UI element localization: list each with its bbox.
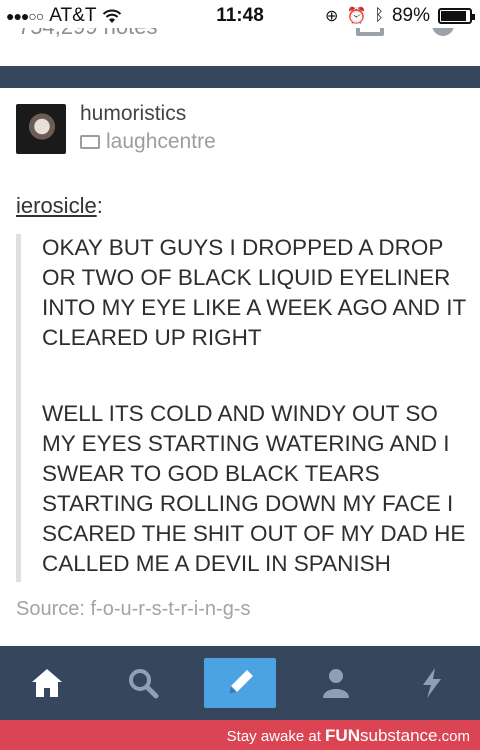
brand-part: FUN [325,726,360,745]
heart-icon[interactable] [432,28,454,36]
battery-percent: 89% [391,5,430,26]
tab-search[interactable] [107,658,179,708]
activity-icon [423,668,441,698]
battery-icon [438,8,475,24]
quote-paragraph: OKAY BUT GUYS I DROPPED A DROP OR TWO OF… [42,235,466,350]
source-value: f-o-u-r-s-t-r-i-n-g-s [90,598,251,620]
post-author[interactable]: humoristics [80,102,186,126]
search-icon [129,669,159,699]
reblog-icon[interactable] [356,28,384,36]
rotation-lock-icon: ⊕ [325,8,339,25]
quoted-user[interactable]: ierosicle: [16,193,103,219]
previous-post-footer: 754,299 notes [0,28,480,40]
alarm-icon: ⏰ [346,8,367,25]
watermark-footer: Stay awake at FUNsubstance.com [0,720,480,750]
blockquote-border [16,234,21,582]
post-source[interactable]: Source: f-o-u-r-s-t-r-i-n-g-s [16,598,250,621]
reblogged-from-name: laughcentre [106,130,216,153]
tab-bar [0,646,480,720]
watermark-tagline: Stay awake at [226,728,321,745]
post-separator [0,66,480,88]
quoted-user-name: ierosicle [16,193,97,218]
battery-fill [441,11,466,21]
brand-part: substance [359,726,438,745]
bluetooth-icon: ᛒ [374,7,384,24]
watermark-text: Stay awake at FUNsubstance.com [227,726,470,746]
brand-domain: .com [437,728,470,745]
tab-home[interactable] [11,658,83,708]
account-icon [323,669,349,698]
quote-paragraph: WELL ITS COLD AND WINDY OUT SO MY EYES S… [42,401,466,576]
tab-account[interactable] [300,658,372,708]
reblog-icon [80,135,100,149]
source-label: Source: [16,598,85,620]
post-header: humoristics laughcentre [0,100,480,160]
tab-compose[interactable] [204,658,276,708]
status-icons: ⊕ ⏰ ᛒ 89% [325,5,475,27]
reblogged-from[interactable]: laughcentre [80,130,216,154]
compose-icon [229,670,253,694]
tab-activity[interactable] [396,658,468,708]
watermark-brand: FUNsubstance [325,726,437,745]
home-icon [32,669,62,697]
avatar[interactable] [16,104,66,154]
previous-post-notes[interactable]: 754,299 notes [18,28,157,40]
